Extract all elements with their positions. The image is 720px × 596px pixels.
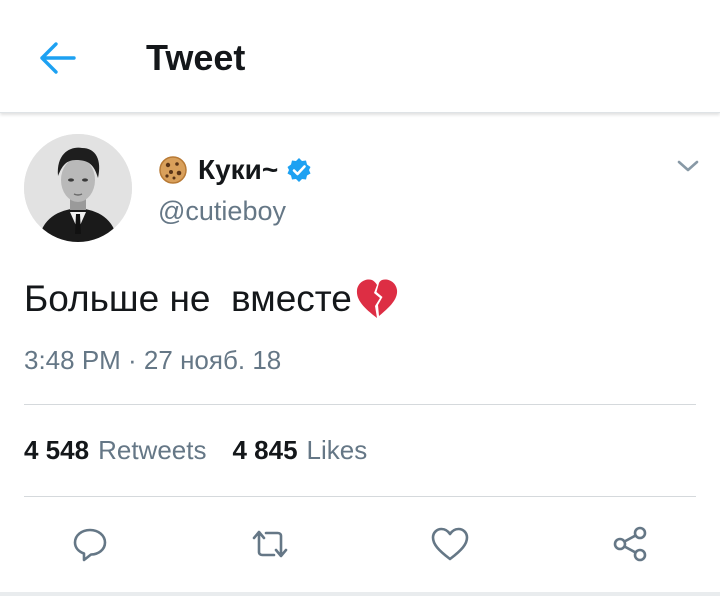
tweet-body: Больше не вместе — [24, 274, 400, 324]
share-button[interactable] — [600, 516, 660, 572]
cookie-icon — [159, 156, 187, 184]
retweets-label: Retweets — [98, 435, 207, 465]
retweets-stat[interactable]: 4 548 Retweets — [24, 432, 206, 468]
retweet-button[interactable] — [240, 516, 300, 572]
chevron-down-icon — [677, 160, 699, 172]
bottom-edge — [0, 592, 720, 596]
avatar[interactable] — [24, 134, 132, 242]
tweet-timestamp[interactable]: 3:48 PM · 27 нояб. 18 — [24, 342, 281, 378]
action-bar — [0, 516, 720, 576]
arrow-left-icon — [40, 42, 76, 74]
profile-photo — [24, 134, 132, 242]
more-options-button[interactable] — [674, 152, 702, 180]
stats-spacer — [206, 432, 232, 468]
reply-icon — [73, 528, 107, 562]
broken-heart-icon — [356, 279, 397, 318]
engagement-stats: 4 548 Retweets 4 845 Likes — [24, 432, 367, 468]
divider — [24, 404, 696, 405]
reply-button[interactable] — [60, 516, 120, 572]
retweet-icon — [252, 530, 288, 558]
author-handle[interactable]: @cutieboy — [158, 193, 286, 229]
likes-label: Likes — [306, 435, 368, 465]
page-title: Tweet — [146, 37, 246, 78]
back-button[interactable] — [30, 36, 80, 80]
top-bar: Tweet — [0, 0, 720, 113]
likes-stat[interactable]: 4 845 Likes — [232, 432, 367, 468]
verified-badge-icon — [287, 158, 311, 182]
like-icon — [431, 527, 469, 561]
likes-count: 4 845 — [232, 435, 298, 465]
author-name: Куки~ — [198, 154, 279, 185]
author-name-row[interactable]: Куки~ — [158, 150, 312, 190]
retweets-count: 4 548 — [24, 435, 90, 465]
tweet-text: Больше не вместе — [24, 278, 352, 319]
share-icon — [613, 526, 647, 562]
like-button[interactable] — [420, 516, 480, 572]
divider — [24, 496, 696, 497]
